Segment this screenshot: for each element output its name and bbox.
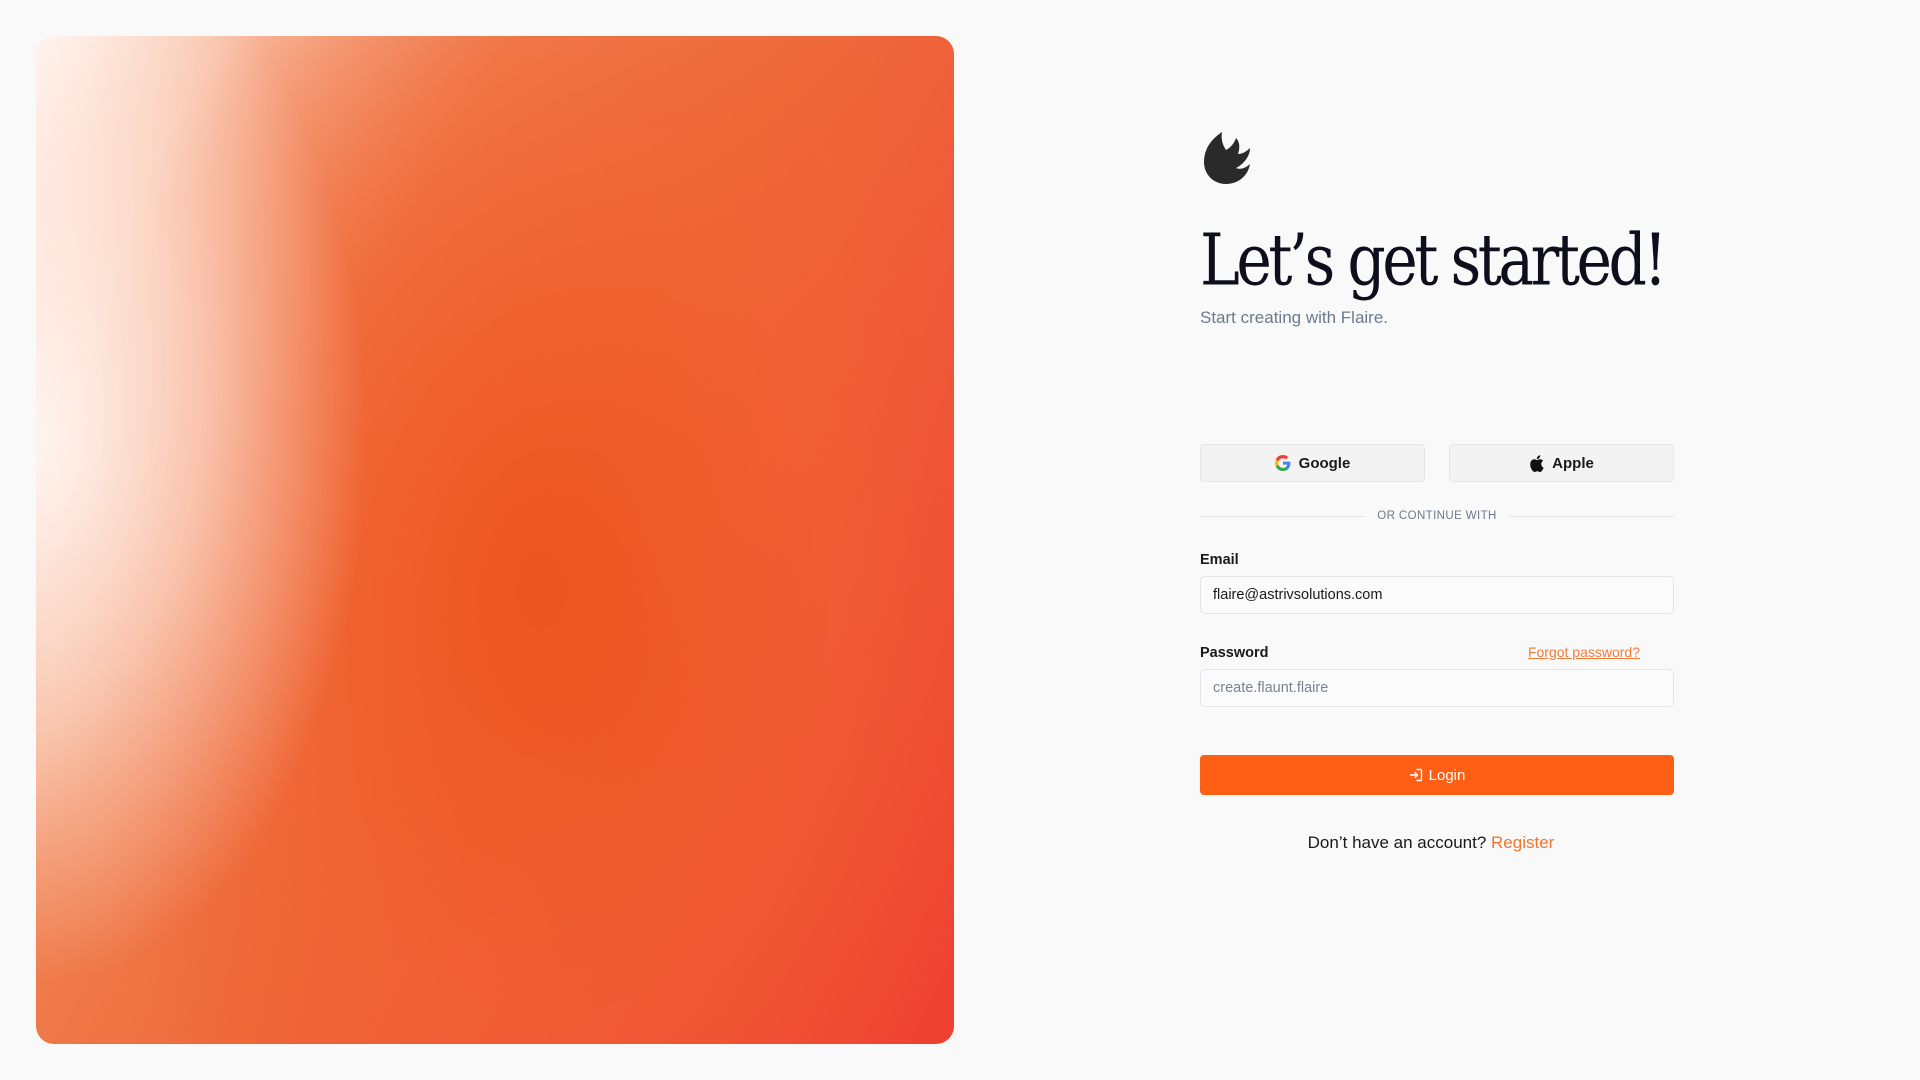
apple-icon [1530,454,1544,472]
apple-login-label: Apple [1552,454,1594,472]
flame-icon [1204,132,1250,184]
page-title: Let’s get started! [1200,219,1668,303]
google-icon [1274,455,1291,471]
apple-login-button[interactable]: Apple [1449,444,1674,482]
divider-line-left [1200,515,1366,517]
email-label: Email [1200,552,1239,568]
password-field[interactable] [1200,669,1674,707]
password-label-row: Password Forgot password? [1200,644,1674,661]
email-field-group: Email [1200,552,1674,614]
google-login-label: Google [1298,454,1351,472]
register-link[interactable]: Register [1491,833,1554,852]
password-label: Password [1200,645,1269,661]
page-subtitle: Start creating with Flaire. [1200,308,1389,327]
divider-line-right [1508,515,1675,517]
google-login-button[interactable]: Google [1200,444,1425,482]
or-divider: OR CONTINUE WITH [1200,510,1675,522]
forgot-password-link[interactable]: Forgot password? [1528,644,1640,660]
login-button-label: Login [1428,766,1466,784]
login-panel: Let’s get started! Start creating with F… [1200,130,1675,853]
login-button[interactable]: Login [1200,755,1674,795]
password-field-group: Password Forgot password? [1200,644,1674,707]
social-login-group: Google Apple [1200,444,1674,482]
divider-text: OR CONTINUE WITH [1377,510,1497,522]
register-prompt: Don’t have an account? [1307,833,1487,852]
register-row: Don’t have an account? Register [1200,833,1662,853]
email-field[interactable] [1200,576,1674,614]
hero-gradient-panel [36,36,954,1044]
login-icon [1409,768,1422,782]
